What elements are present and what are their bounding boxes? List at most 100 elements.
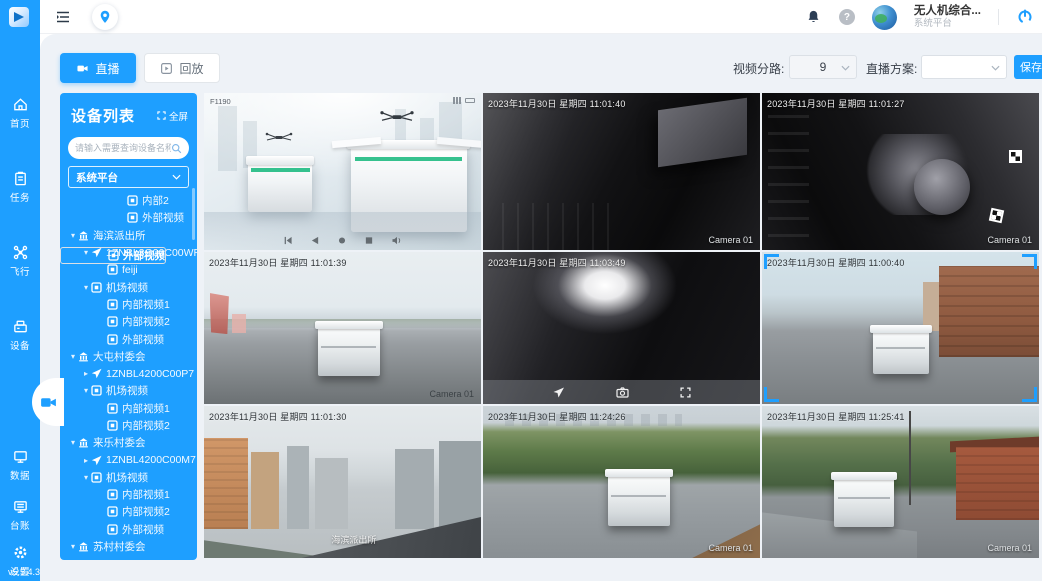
tree-item[interactable]: ▸1ZNBL4200C00M7 [60, 451, 197, 468]
sidebar-item-data[interactable]: 数据 [0, 448, 40, 482]
logout-power-icon[interactable] [1016, 8, 1034, 26]
station-watermark: 海滨派出所 [331, 533, 376, 546]
tree-item[interactable]: ▾苏村村委会 [60, 538, 197, 555]
tree-item-label: 机场视频 [104, 383, 148, 398]
left-nav-rail: 首页 任务 飞行 设备 数据 台账 设置 v5.5.4.3 [0, 0, 40, 581]
scene-panel [658, 98, 747, 167]
caret-down-icon[interactable]: ▾ [81, 283, 91, 292]
user-title: 无人机综合... [914, 4, 981, 18]
video-cell-9[interactable]: 2023年11月30日 星期四 11:25:41 Camera 01 [762, 406, 1039, 558]
tree-item[interactable]: ▾大屯村委会 [60, 348, 197, 365]
video-cell-3[interactable]: 2023年11月30日 星期四 11:01:27 Camera 01 [762, 93, 1039, 250]
tree-item[interactable]: 内部2 [60, 192, 197, 209]
play-back-icon[interactable] [310, 236, 319, 245]
platform-select[interactable]: 系统平台 [68, 166, 189, 188]
bell-icon[interactable] [805, 8, 822, 26]
caret-down-icon[interactable]: ▾ [81, 386, 91, 395]
tree-item[interactable]: 内部视频1 [60, 296, 197, 313]
device-search [68, 137, 189, 159]
caret-down-icon[interactable]: ▾ [68, 542, 78, 551]
timestamp-overlay: 2023年11月30日 星期四 11:03:49 [488, 256, 626, 269]
sidebar-item-flight[interactable]: 飞行 [0, 244, 40, 278]
help-icon[interactable]: ? [839, 9, 855, 25]
caret-down-icon[interactable]: ▾ [68, 352, 78, 361]
fullscreen-button[interactable]: 全屏 [157, 109, 188, 123]
sidebar-item-home[interactable]: 首页 [0, 96, 40, 130]
video-cell-7[interactable]: 2023年11月30日 星期四 11:01:30 海滨派出所 [204, 406, 481, 558]
user-info[interactable]: 无人机综合... 系统平台 [914, 4, 981, 30]
tree-item[interactable]: ▾海滨派出所 [60, 227, 197, 244]
scene-rack [768, 106, 810, 238]
camera-label: Camera 01 [708, 543, 753, 553]
tree-item[interactable]: 外部视频 [60, 209, 197, 226]
video-cell-2[interactable]: 2023年11月30日 星期四 11:01:40 Camera 01 [483, 93, 760, 250]
split-select[interactable]: 9 [789, 55, 857, 79]
tree-item[interactable]: 内部视频2 [60, 503, 197, 520]
avatar[interactable] [872, 5, 897, 30]
tree-item[interactable]: ▾机场视频 [60, 469, 197, 486]
selection-corner [764, 387, 779, 402]
tree-item[interactable]: 内部视频2 [60, 417, 197, 434]
device-search-input[interactable] [75, 143, 171, 153]
tree-item[interactable]: ▾ 机场视频 [60, 382, 197, 399]
selection-corner [1022, 254, 1037, 269]
channel-icon [107, 420, 120, 431]
panel-scrollbar[interactable] [192, 188, 195, 240]
snapshot-camera-icon[interactable] [616, 387, 629, 398]
tree-item[interactable]: ▸1ZNBL4200C00P7 [60, 365, 197, 382]
location-pin-button[interactable] [92, 4, 118, 30]
fullscreen-icon[interactable] [680, 387, 691, 398]
plan-select[interactable] [921, 55, 1007, 79]
collapse-menu-button[interactable] [54, 8, 72, 26]
video-cell-5[interactable]: 2023年11月30日 星期四 11:03:49 [483, 252, 760, 404]
camera-label: Camera 01 [987, 543, 1032, 553]
record-icon[interactable] [337, 236, 346, 245]
video-cell-6-selected[interactable]: 2023年11月30日 星期四 11:00:40 [762, 252, 1039, 404]
volume-icon[interactable] [391, 236, 402, 245]
app-window: 首页 任务 飞行 设备 数据 台账 设置 v5.5.4.3 [0, 0, 1042, 581]
building-icon [78, 230, 91, 241]
ledger-icon [12, 498, 29, 515]
caret-right-icon[interactable]: ▸ [81, 456, 91, 465]
player-controls[interactable] [283, 236, 402, 245]
scene-building [315, 458, 348, 529]
tree-item[interactable]: 外部视频 [60, 247, 166, 264]
save-button[interactable]: 保存 [1014, 55, 1042, 79]
skip-back-icon[interactable] [283, 236, 292, 245]
video-cell-1[interactable]: F1190 [204, 93, 481, 250]
device-list-panel: 设备列表 全屏 系统平台 内部2外部视频▾海滨派出所▾1ZNBL3G00C00W… [60, 93, 197, 560]
caret-down-icon[interactable]: ▾ [81, 473, 91, 482]
video-cell-4[interactable]: 2023年11月30日 星期四 11:01:39 Camera 01 [204, 252, 481, 404]
caret-down-icon[interactable]: ▾ [68, 231, 78, 240]
tree-item[interactable]: ▾机场视频 [60, 278, 197, 295]
fiducial-marker [989, 208, 1004, 223]
tree-item[interactable]: 外部视频 [60, 330, 197, 347]
scene-building [251, 452, 279, 530]
tree-item[interactable]: 内部视频2 [60, 313, 197, 330]
tab-live[interactable]: 直播 [60, 53, 136, 83]
sidebar-item-label: 首页 [10, 116, 30, 130]
drone-icon [265, 131, 293, 143]
video-cell-8[interactable]: 2023年11月30日 星期四 11:24:26 Camera 01 [483, 406, 760, 558]
sidebar-item-ledger[interactable]: 台账 [0, 498, 40, 532]
tree-item[interactable]: ▾来乐村委会 [60, 434, 197, 451]
app-logo [9, 7, 29, 27]
tree-item[interactable]: 内部视频1 [60, 400, 197, 417]
tree-item-label: 内部视频1 [120, 487, 170, 502]
building-icon [78, 351, 91, 362]
search-icon[interactable] [171, 143, 182, 154]
plan-select-label: 直播方案: [866, 60, 917, 77]
send-icon[interactable] [553, 387, 565, 398]
tab-playback[interactable]: 回放 [144, 53, 220, 83]
caret-right-icon[interactable]: ▸ [81, 369, 91, 378]
tree-item[interactable]: 内部视频1 [60, 486, 197, 503]
timestamp-overlay: 2023年11月30日 星期四 11:01:39 [209, 256, 347, 269]
tree-item[interactable]: 外部视频 [60, 521, 197, 538]
sidebar-item-tasks[interactable]: 任务 [0, 170, 40, 204]
monitor-icon [12, 448, 29, 465]
clipboard-icon [12, 170, 29, 187]
caret-down-icon[interactable]: ▾ [68, 438, 78, 447]
sidebar-item-label: 台账 [10, 518, 30, 532]
sidebar-item-devices[interactable]: 设备 [0, 318, 40, 352]
stop-icon[interactable] [364, 236, 373, 245]
